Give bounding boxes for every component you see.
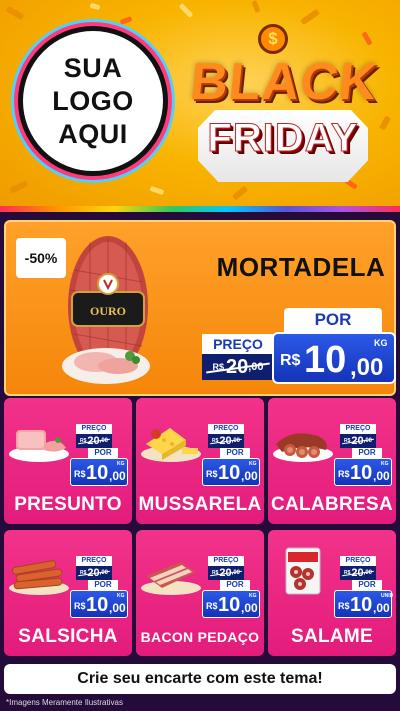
featured-product-name: MORTADELA [216,252,386,282]
logo-text-line-1: SUA [63,52,123,83]
black-friday-logo: $ BLACK FRIDAY [176,24,386,184]
old-price-label: PREÇO [76,556,112,566]
new-price-cents: ,00 [109,469,126,483]
new-price-int: 10 [350,462,373,484]
new-price-currency: R$ [206,601,218,611]
mussarela-image [141,428,201,462]
product-name: PRESUNTO [14,494,122,515]
new-price-currency: R$ [338,469,350,479]
old-price-label: PREÇO [208,556,244,566]
price-unit: KG [117,461,125,467]
presunto-image [9,430,69,462]
old-price-tag: PREÇO R$ 20 ,00 [340,556,376,580]
old-price-tag: PREÇO R$ 20 ,00 [202,334,274,380]
discount-badge: -50% [16,238,66,278]
new-price-cents: ,00 [373,601,390,615]
old-price-value: R$ 20 ,00 [340,434,376,448]
new-price-tag: R$ 10 ,00 KG [334,458,392,486]
header-banner: SUA LOGO AQUI $ BLACK FRIDAY [0,0,400,212]
old-price-tag: PREÇO R$ 20 ,00 [208,556,244,580]
product-card-presunto: PREÇO R$ 20 ,00 POR R$ 10 ,00 KG PRESUNT… [4,398,132,524]
new-price-tag: R$ 10 ,00 KG [272,332,396,384]
old-price-tag: PREÇO R$ 20 ,00 [76,556,112,580]
new-price-cents: ,00 [241,601,258,615]
rainbow-divider [0,206,400,212]
old-price-label: PREÇO [340,556,376,566]
mortadela-brand-label: OURO [90,304,126,318]
black-friday-title-friday: FRIDAY [207,116,359,161]
new-price-tag: R$ 10 ,00 KG [202,590,260,618]
product-name: CALABRESA [271,494,393,515]
new-price-int: 10 [304,339,347,381]
product-card-salsicha: PREÇO R$ 20 ,00 POR R$ 10 ,00 KG SALSICH… [4,530,132,656]
new-price-currency: R$ [280,352,301,369]
disclaimer-text: *Imagens Meramente Ilustrativas [6,698,123,707]
dollar-coin-icon: $ [258,24,288,54]
old-price-label: PREÇO [208,424,244,434]
old-price-tag: PREÇO R$ 20 ,00 [340,424,376,448]
old-price-value: R$ 20 ,00 [76,566,112,580]
new-price-int: 10 [218,594,241,616]
new-price-label: POR [220,580,250,590]
product-card-calabresa: PREÇO R$ 20 ,00 POR R$ 10 ,00 KG CALABRE… [268,398,396,524]
new-price-int: 10 [86,594,109,616]
new-price-label: POR [88,580,118,590]
old-price-value: R$ 20 ,00 [76,434,112,448]
logo-placeholder: SUA LOGO AQUI [18,26,168,176]
new-price-label: POR [88,448,118,458]
new-price-int: 10 [86,462,109,484]
old-price-label: PREÇO [340,424,376,434]
price-unit: KG [381,461,389,467]
product-name: SALAME [290,626,374,647]
new-price-currency: R$ [74,601,86,611]
salame-image [285,547,321,595]
featured-product-card: -50% OURO MORTADELA POR PREÇO R$ 20 [4,220,396,396]
new-price-currency: R$ [206,469,218,479]
new-price-int: 10 [218,462,241,484]
product-card-mussarela: PREÇO R$ 20 ,00 POR R$ 10 ,00 KG MUSSARE… [136,398,264,524]
cta-banner[interactable]: Crie seu encarte com este tema! [4,664,396,694]
price-unit: KG [249,593,257,599]
old-price-label: PREÇO [202,334,274,354]
new-price-currency: R$ [338,601,350,611]
old-price-tag: PREÇO R$ 20 ,00 [208,424,244,448]
new-price-cents: ,00 [373,469,390,483]
new-price-tag: R$ 10 ,00 KG [202,458,260,486]
old-price-value: R$ 20 ,00 [202,354,274,380]
new-price-label: POR [220,448,250,458]
product-card-bacon: PREÇO R$ 20 ,00 POR R$ 10 ,00 KG BACON P… [136,530,264,656]
new-price-tag: R$ 10 ,00 KG [70,590,128,618]
old-price-tag: PREÇO R$ 20 ,00 [76,424,112,448]
logo-text-line-2: LOGO [52,85,134,116]
old-price-value: R$ 20 ,00 [208,566,244,580]
new-price-cents: ,00 [109,601,126,615]
old-price-value: R$ 20 ,00 [340,566,376,580]
price-unit: KG [374,338,388,348]
bacon-image [141,562,201,595]
new-price-cents: ,00 [350,354,384,381]
new-price-label: POR [352,580,382,590]
flyer: SUA LOGO AQUI $ BLACK FRIDAY -50% OURO M… [0,0,400,711]
new-price-label: POR [284,308,382,332]
new-price-tag: R$ 10 ,00 KG [70,458,128,486]
calabresa-image [273,433,333,462]
price-unit: KG [117,593,125,599]
new-price-currency: R$ [74,469,86,479]
new-price-tag: R$ 10 ,00 UNID [334,590,394,618]
product-name: MUSSARELA [138,494,262,515]
new-price-label: POR [352,448,382,458]
product-card-salame: PREÇO R$ 20 ,00 POR R$ 10 ,00 UNID SALAM… [268,530,396,656]
price-unit: UNID [381,593,394,599]
old-price-label: PREÇO [76,424,112,434]
new-price-int: 10 [350,594,373,616]
logo-text-line-3: AQUI [58,118,128,149]
salsicha-image [9,560,69,595]
black-friday-title-black: BLACK [187,53,381,111]
product-name: BACON PEDAÇO [140,629,260,645]
new-price-cents: ,00 [241,469,258,483]
price-unit: KG [249,461,257,467]
old-price-value: R$ 20 ,00 [208,434,244,448]
product-name: SALSICHA [18,626,118,647]
